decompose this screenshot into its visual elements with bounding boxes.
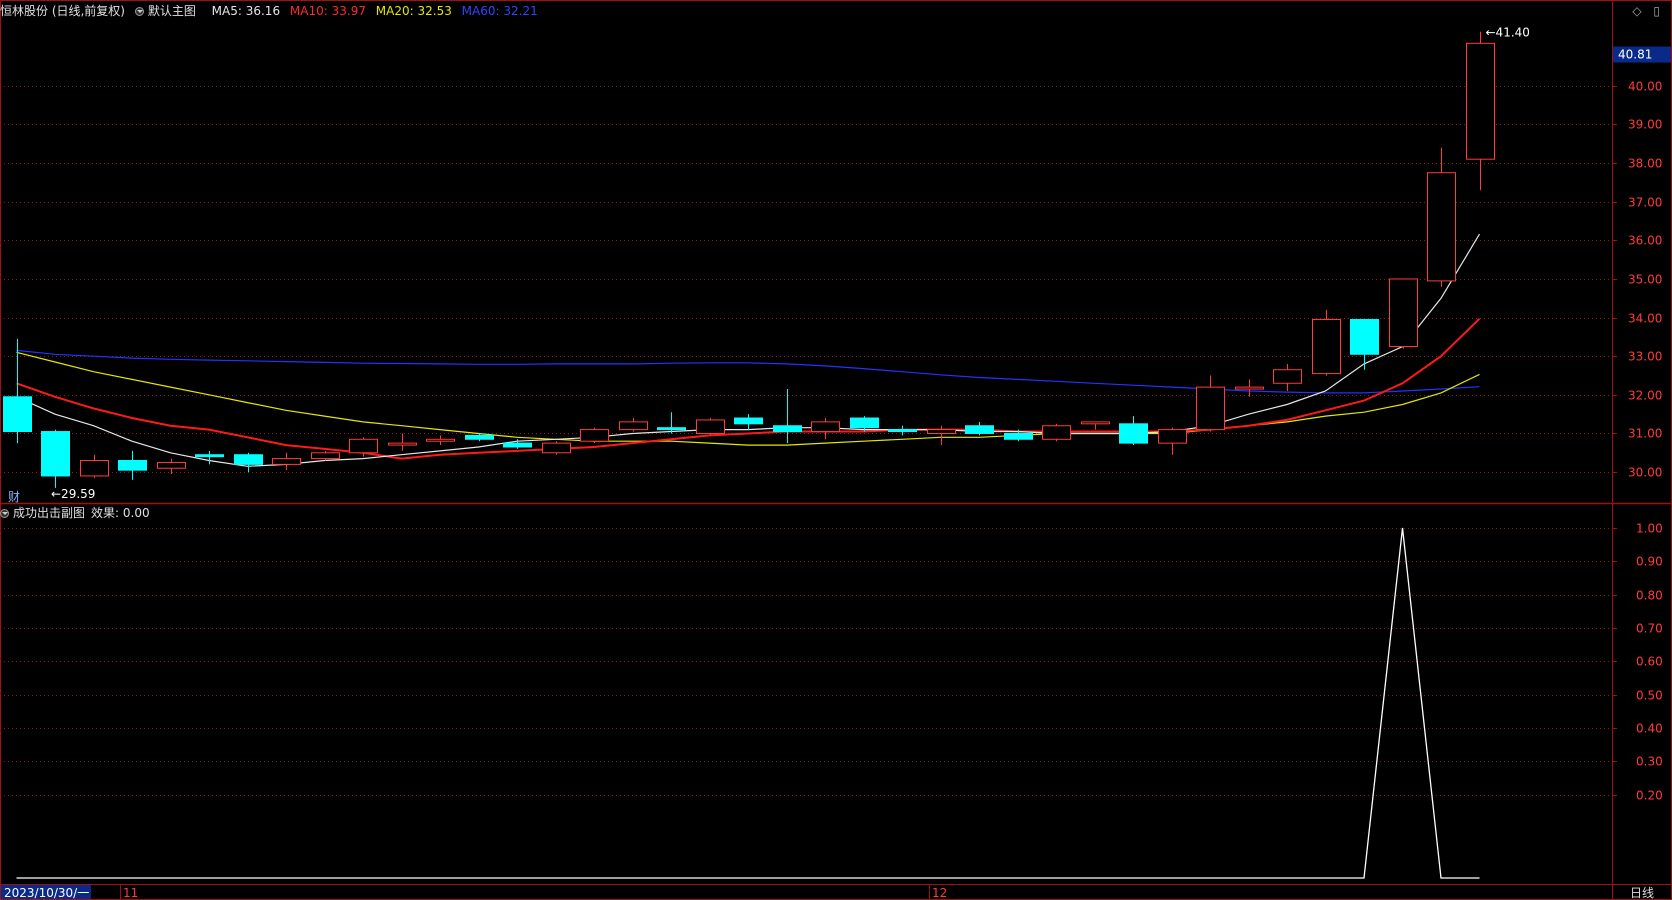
sub-y-tick-label: 0.90 xyxy=(1636,555,1663,569)
candle-down[interactable] xyxy=(965,425,994,434)
low-annotation: ←29.59 xyxy=(51,487,95,501)
main-y-tick-label: 30.00 xyxy=(1628,466,1662,480)
month-label: 11 xyxy=(123,886,138,900)
candle-down[interactable] xyxy=(195,454,224,458)
candle-down[interactable] xyxy=(1004,432,1033,440)
candle-down[interactable] xyxy=(1119,423,1148,444)
ma60-legend: MA60: 32.21 xyxy=(461,4,538,18)
chart-window-controls[interactable]: ◇ ▯ xyxy=(1632,4,1664,18)
sub-y-tick-label: 1.00 xyxy=(1636,522,1663,536)
candle-down[interactable] xyxy=(465,434,494,440)
ma20-legend: MA20: 32.53 xyxy=(375,4,452,18)
candle-up[interactable] xyxy=(580,429,609,442)
main-y-tick-label: 34.00 xyxy=(1628,312,1662,326)
high-annotation: ←41.40 xyxy=(1486,26,1530,40)
candle-down[interactable] xyxy=(503,442,532,448)
sub-indicator-line xyxy=(16,527,1480,879)
main-y-tick-label: 38.00 xyxy=(1628,157,1662,171)
sub-y-tick-label: 0.30 xyxy=(1636,755,1663,769)
main-y-tick-label: 35.00 xyxy=(1628,273,1662,287)
main-chart-name: 默认主图 xyxy=(147,4,196,18)
candle-up[interactable] xyxy=(1081,421,1110,425)
date-label: 2023/10/30/一 xyxy=(4,886,89,900)
sub-chart-title[interactable]: 成功出击副图 xyxy=(13,506,85,520)
candle-down[interactable] xyxy=(734,417,763,425)
candle-up[interactable] xyxy=(1042,425,1071,440)
candle-up[interactable] xyxy=(1273,369,1302,384)
main-y-tick-label: 33.00 xyxy=(1628,350,1662,364)
candle-up[interactable] xyxy=(542,442,571,454)
month-label: 12 xyxy=(932,886,947,900)
sub-y-tick-label: 0.20 xyxy=(1636,789,1663,803)
sub-chart-header: 成功出击副图 效果: 0.00 xyxy=(0,504,150,522)
candle-down[interactable] xyxy=(657,427,686,431)
main-y-tick-label: 36.00 xyxy=(1628,234,1662,248)
candle-up[interactable] xyxy=(1158,429,1187,444)
sub-chart-effect: 效果: 0.00 xyxy=(91,506,150,520)
main-chart-selector[interactable]: 默认主图 xyxy=(134,4,202,18)
candle-down[interactable] xyxy=(888,429,917,433)
candle-down[interactable] xyxy=(3,396,32,433)
candle-up[interactable] xyxy=(311,452,340,460)
outer-frame xyxy=(0,0,1672,900)
ma-line-ma5 xyxy=(16,233,1481,467)
candle-down[interactable] xyxy=(118,460,147,471)
candle-up[interactable] xyxy=(1466,42,1495,160)
main-y-tick-label: 31.00 xyxy=(1628,427,1662,441)
main-chart-header: 恒林股份 (日线,前复权) 默认主图 MA5: 36.16 MA10: 33.9… xyxy=(0,2,544,22)
candle-up[interactable] xyxy=(157,461,186,469)
candle-up[interactable] xyxy=(1312,319,1341,375)
main-y-tick-label: 32.00 xyxy=(1628,389,1662,403)
candle-up[interactable] xyxy=(80,460,109,477)
ma10-legend: MA10: 33.97 xyxy=(289,4,366,18)
ma5-legend: MA5: 36.16 xyxy=(211,4,281,18)
candle-up[interactable] xyxy=(1389,278,1418,348)
candle-up[interactable] xyxy=(927,429,956,434)
sub-y-tick-label: 0.50 xyxy=(1636,689,1663,703)
stock-chart[interactable]: 30.00 31.00 32.00 33.00 34.00 35.00 36.00 37.00… xyxy=(0,0,1672,900)
current-price-label: 40.81 xyxy=(1618,48,1652,62)
period-label[interactable]: 日线 xyxy=(1630,886,1654,900)
candle-down[interactable] xyxy=(773,425,802,433)
sub-y-tick-label: 0.40 xyxy=(1636,722,1663,736)
candle-up[interactable] xyxy=(388,442,417,446)
candle-up[interactable] xyxy=(1235,386,1264,390)
candle-up[interactable] xyxy=(1196,386,1225,431)
sub-y-tick-label: 0.70 xyxy=(1636,622,1663,636)
dropdown-circle-icon[interactable] xyxy=(0,509,9,518)
main-y-tick-label: 39.00 xyxy=(1628,118,1662,132)
ma-line-ma20 xyxy=(16,351,1480,446)
candle-up[interactable] xyxy=(619,421,648,431)
candle-up[interactable] xyxy=(811,421,840,433)
candle-down[interactable] xyxy=(41,431,70,477)
candle-down[interactable] xyxy=(234,454,263,465)
candle-down[interactable] xyxy=(1350,319,1379,355)
sub-y-tick-label: 0.80 xyxy=(1636,589,1663,603)
main-y-tick-label: 40.00 xyxy=(1628,80,1662,94)
dropdown-circle-icon[interactable] xyxy=(134,7,144,16)
candle-down[interactable] xyxy=(850,417,879,429)
candle-up[interactable] xyxy=(426,438,455,442)
finance-badge[interactable]: 财 xyxy=(8,488,20,505)
stock-title[interactable]: 恒林股份 (日线,前复权) xyxy=(0,4,125,18)
main-y-tick-label: 37.00 xyxy=(1628,196,1662,210)
candle-up[interactable] xyxy=(696,419,725,434)
candle-up[interactable] xyxy=(1427,172,1456,282)
candle-up[interactable] xyxy=(272,458,301,465)
sub-y-tick-label: 0.60 xyxy=(1636,655,1663,669)
candle-up[interactable] xyxy=(349,438,378,454)
